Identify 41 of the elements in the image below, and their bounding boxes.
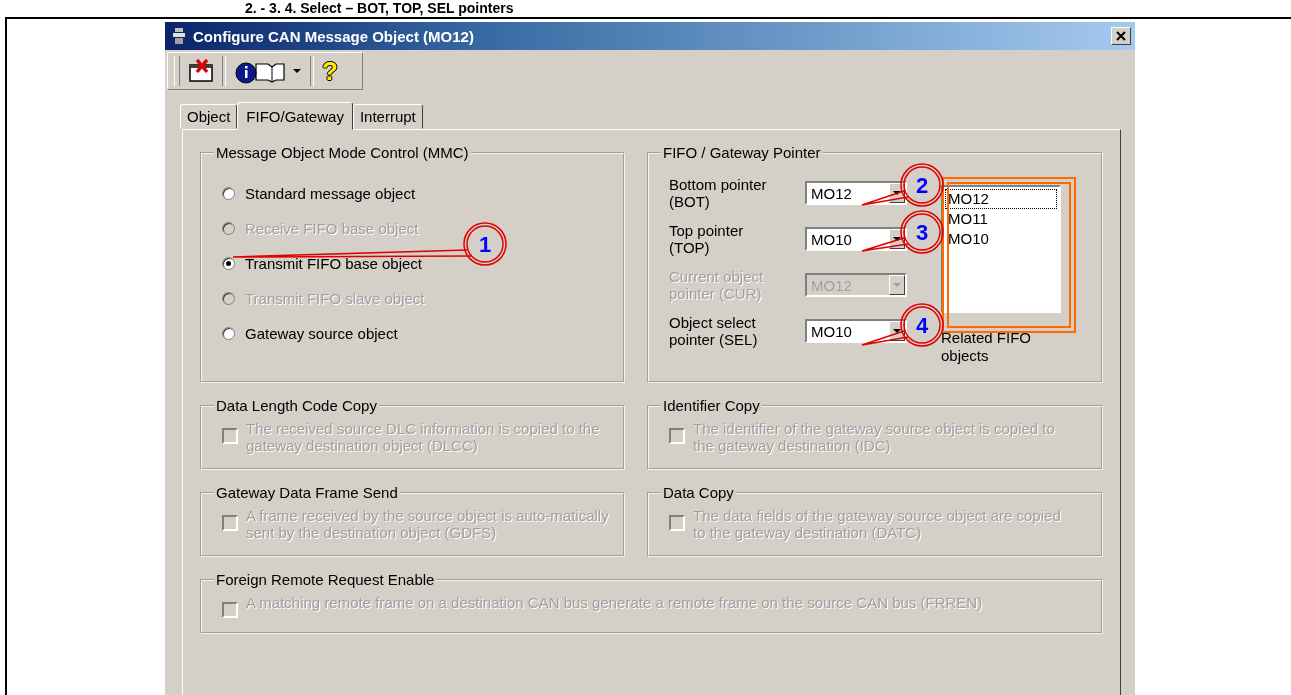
leader-line (861, 190, 909, 206)
field-label: Object select pointer (SEL) (669, 314, 759, 348)
pointer-dropdown[interactable]: MO10 (805, 319, 907, 343)
close-button[interactable] (1111, 27, 1131, 45)
group-title: Gateway Data Frame Send (215, 484, 399, 501)
radio-button[interactable] (222, 327, 235, 340)
radio-label: Gateway source object (245, 325, 398, 342)
pointer-dropdown[interactable]: MO10 (805, 227, 907, 251)
toolbar-button[interactable] (186, 59, 216, 83)
group-title: Data Length Code Copy (215, 397, 378, 414)
radio-label: Transmit FIFO base object (245, 255, 422, 272)
radio-button[interactable] (222, 187, 235, 200)
caret-icon (889, 275, 905, 295)
window-delete-icon (188, 59, 214, 83)
field-label: Bottom pointer (BOT) (669, 176, 768, 210)
group-title: Identifier Copy (662, 397, 761, 414)
list-item[interactable]: MO11 (945, 209, 1057, 229)
tab[interactable]: FIFO/Gateway (237, 102, 353, 130)
caret-icon (292, 68, 302, 74)
list-item[interactable]: MO10 (945, 229, 1057, 249)
tab[interactable]: Interrupt (352, 104, 423, 129)
leader-line (861, 330, 909, 346)
group-title: Message Object Mode Control (MMC) (215, 144, 470, 161)
callout-marker: 1 (463, 222, 507, 266)
radio-button[interactable] (222, 257, 235, 270)
window-title: Configure CAN Message Object (MO12) (193, 27, 475, 45)
pointer-dropdown[interactable]: MO12 (805, 181, 907, 205)
stack-icon (173, 28, 185, 44)
page-heading: 2. - 3. 4. Select – BOT, TOP, SEL pointers (244, 0, 515, 17)
leader-line (861, 237, 909, 252)
list-caption: Related FIFO objects (941, 329, 1033, 365)
group-title: FIFO / Gateway Pointer (662, 144, 822, 161)
group-title: Data Copy (662, 484, 735, 501)
callout-marker: 2 (900, 163, 944, 207)
field-label: Top pointer (TOP) (669, 222, 745, 256)
group-title: Foreign Remote Request Enable (215, 571, 436, 588)
callout-marker: 3 (900, 210, 944, 254)
radio-label: Standard message object (245, 185, 416, 202)
close-icon (1116, 31, 1126, 41)
list-item[interactable]: MO12 (945, 189, 1057, 209)
tab[interactable]: Object (180, 104, 238, 129)
